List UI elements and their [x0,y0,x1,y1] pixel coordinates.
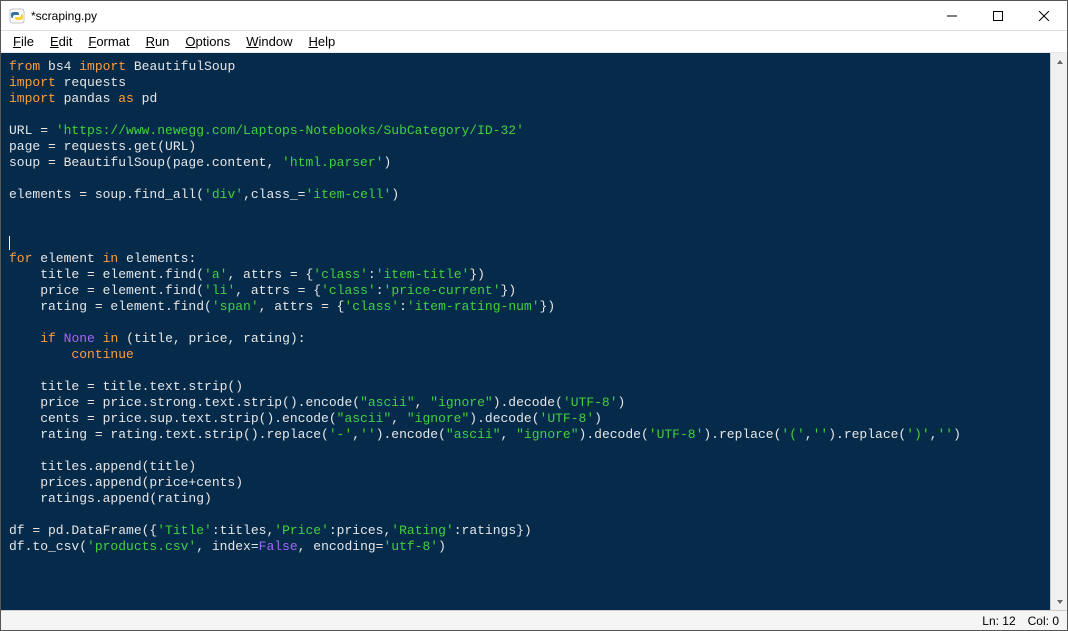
code-line[interactable]: continue [9,347,1044,363]
maximize-button[interactable] [975,1,1021,31]
status-col: Col: 0 [1028,614,1059,628]
code-line[interactable] [9,203,1044,219]
menu-file[interactable]: File [5,33,42,50]
code-line[interactable]: import requests [9,75,1044,91]
scroll-up-icon[interactable] [1051,53,1068,70]
code-line[interactable]: ratings.append(rating) [9,491,1044,507]
code-line[interactable]: soup = BeautifulSoup(page.content, 'html… [9,155,1044,171]
code-line[interactable]: df = pd.DataFrame({'Title':titles,'Price… [9,523,1044,539]
status-line: Ln: 12 [982,614,1015,628]
code-line[interactable]: page = requests.get(URL) [9,139,1044,155]
code-line[interactable]: for element in elements: [9,251,1044,267]
code-line[interactable]: import pandas as pd [9,91,1044,107]
code-line[interactable]: titles.append(title) [9,459,1044,475]
code-line[interactable] [9,315,1044,331]
window-title: *scraping.py [31,9,97,23]
menu-bar: File Edit Format Run Options Window Help [1,31,1067,53]
code-line[interactable]: prices.append(price+cents) [9,475,1044,491]
code-line[interactable]: title = element.find('a', attrs = {'clas… [9,267,1044,283]
menu-window[interactable]: Window [238,33,300,50]
menu-help[interactable]: Help [301,33,344,50]
editor-area: from bs4 import BeautifulSoupimport requ… [1,53,1067,610]
menu-edit[interactable]: Edit [42,33,80,50]
app-window: *scraping.py File Edit Format Run Option… [0,0,1068,631]
code-line[interactable]: cents = price.sup.text.strip().encode("a… [9,411,1044,427]
minimize-button[interactable] [929,1,975,31]
code-line[interactable] [9,107,1044,123]
code-line[interactable] [9,507,1044,523]
code-line[interactable]: price = price.strong.text.strip().encode… [9,395,1044,411]
python-file-icon [9,8,25,24]
status-bar: Ln: 12 Col: 0 [1,610,1067,630]
code-line[interactable]: title = title.text.strip() [9,379,1044,395]
code-line[interactable]: df.to_csv('products.csv', index=False, e… [9,539,1044,555]
vertical-scrollbar[interactable] [1050,53,1067,610]
code-line[interactable]: if None in (title, price, rating): [9,331,1044,347]
code-line[interactable] [9,171,1044,187]
menu-options[interactable]: Options [177,33,238,50]
code-line[interactable]: price = element.find('li', attrs = {'cla… [9,283,1044,299]
menu-run[interactable]: Run [138,33,178,50]
menu-format[interactable]: Format [80,33,137,50]
code-line[interactable]: URL = 'https://www.newegg.com/Laptops-No… [9,123,1044,139]
code-editor[interactable]: from bs4 import BeautifulSoupimport requ… [1,53,1050,610]
close-button[interactable] [1021,1,1067,31]
scroll-down-icon[interactable] [1051,593,1068,610]
title-bar[interactable]: *scraping.py [1,1,1067,31]
code-line[interactable] [9,443,1044,459]
window-controls [929,1,1067,30]
code-line[interactable]: elements = soup.find_all('div',class_='i… [9,187,1044,203]
code-line[interactable] [9,219,1044,235]
code-line[interactable]: rating = rating.text.strip().replace('-'… [9,427,1044,443]
code-line[interactable] [9,235,1044,251]
code-line[interactable]: rating = element.find('span', attrs = {'… [9,299,1044,315]
code-line[interactable]: from bs4 import BeautifulSoup [9,59,1044,75]
code-line[interactable] [9,363,1044,379]
